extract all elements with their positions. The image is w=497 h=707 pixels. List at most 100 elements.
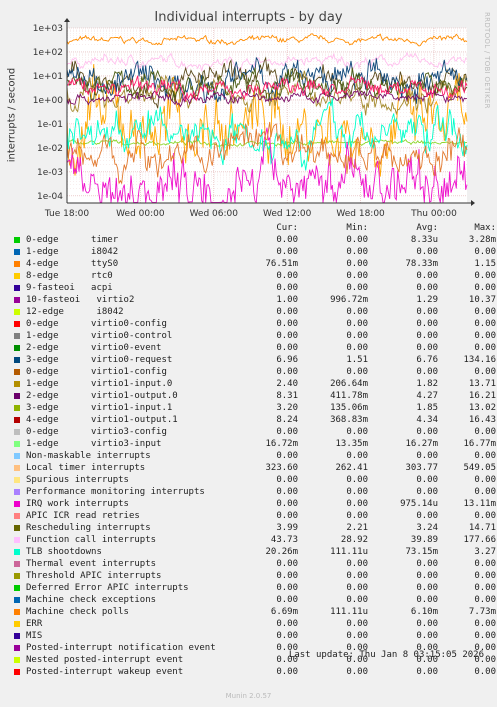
legend-row: 8-edge rtc0 0.00 0.00 0.00 0.00	[12, 270, 496, 282]
legend-avg-value: 0.00	[416, 559, 438, 569]
y-tick-label: 1e+02	[33, 48, 63, 58]
legend-row: MIS 0.00 0.00 0.00 0.00	[12, 630, 496, 642]
legend-series-name: 1-edge virtio0-control	[26, 331, 173, 341]
legend-cur-value: 0.00	[276, 367, 298, 377]
legend-row: Local timer interrupts 323.60 262.41 303.77…	[12, 462, 496, 474]
legend-row: 1-edge virtio1-input.0 2.40 206.64m 1.82 13.…	[12, 378, 496, 390]
header-cur: Cur:	[276, 223, 298, 233]
legend-min-value: 135.06m	[330, 403, 368, 413]
legend-cur-value: 0.00	[276, 343, 298, 353]
legend-cur-value: 0.00	[276, 331, 298, 341]
legend-row: Machine check polls 6.69m 111.11u 6.10m 7.73…	[12, 606, 496, 618]
legend-max-value: 0.00	[474, 559, 496, 569]
legend-series-name: 4-edge virtio1-output.1	[26, 415, 178, 425]
legend-swatch	[14, 669, 20, 675]
legend-row: Posted-interrupt wakeup event 0.00 0.00 0.0…	[12, 666, 496, 678]
legend-row: 3-edge virtio0-request 6.96 1.51 6.76 134.16	[12, 354, 496, 366]
legend-max-value: 177.66	[463, 535, 496, 545]
legend-min-value: 368.83m	[330, 415, 368, 425]
legend-swatch	[14, 573, 20, 579]
header-max: Max:	[474, 223, 496, 233]
legend-max-value: 0.00	[474, 595, 496, 605]
legend-row: Deferred Error APIC interrupts 0.00 0.00 0.…	[12, 582, 496, 594]
legend-max-value: 0.00	[474, 367, 496, 377]
legend-row: 3-edge virtio1-input.1 3.20 135.06m 1.85 13.…	[12, 402, 496, 414]
legend-max-value: 134.16	[463, 355, 496, 365]
legend-min-value: 0.00	[346, 583, 368, 593]
legend-swatch	[14, 333, 20, 339]
legend-row: 0-edge virtio3-config 0.00 0.00 0.00 0.00	[12, 426, 496, 438]
y-tick-label: 1e-01	[37, 120, 63, 130]
legend-row: 10-fasteoi virtio2 1.00 996.72m 1.29 10.37	[12, 294, 496, 306]
legend-row: 9-fasteoi acpi 0.00 0.00 0.00 0.00	[12, 282, 496, 294]
legend-series-name: 3-edge virtio0-request	[26, 355, 173, 365]
legend-cur-value: 2.40	[276, 379, 298, 389]
legend-cur-value: 0.00	[276, 235, 298, 245]
legend-min-value: 0.00	[346, 247, 368, 257]
legend-swatch	[14, 609, 20, 615]
legend-max-value: 16.77m	[463, 439, 496, 449]
legend-min-value: 0.00	[346, 331, 368, 341]
legend-cur-value: 3.99	[276, 523, 298, 533]
legend-avg-value: 0.00	[416, 367, 438, 377]
x-tick-label: Tue 18:00	[44, 209, 89, 219]
legend-avg-value: 0.00	[416, 271, 438, 281]
x-tick-label: Wed 18:00	[336, 209, 385, 219]
legend-swatch	[14, 585, 20, 591]
legend-max-value: 1.15	[474, 259, 496, 269]
legend-max-value: 14.71	[468, 523, 496, 533]
legend-swatch	[14, 237, 20, 243]
legend-cur-value: 0.00	[276, 451, 298, 461]
legend-avg-value: 0.00	[416, 475, 438, 485]
legend-cur-value: 323.60	[265, 463, 298, 473]
legend-max-value: 3.28m	[468, 235, 496, 245]
legend-cur-value: 0.00	[276, 271, 298, 281]
y-tick-label: 1e+03	[33, 24, 63, 34]
legend-row: 1-edge i8042 0.00 0.00 0.00 0.00	[12, 246, 496, 258]
legend-min-value: 0.00	[346, 487, 368, 497]
legend-swatch	[14, 393, 20, 399]
legend-row: APIC ICR read retries 0.00 0.00 0.00 0.00	[12, 510, 496, 522]
legend-swatch	[14, 381, 20, 387]
legend-max-value: 0.00	[474, 283, 496, 293]
legend-min-value: 0.00	[346, 511, 368, 521]
legend-swatch	[14, 369, 20, 375]
legend-max-value: 7.73m	[468, 607, 496, 617]
legend-series-name: Deferred Error APIC interrupts	[26, 583, 189, 593]
legend-avg-value: 16.27m	[405, 439, 438, 449]
legend-series-name: ERR	[26, 619, 43, 629]
x-tick-label: Thu 00:00	[410, 209, 457, 219]
legend-avg-value: 0.00	[416, 619, 438, 629]
legend-cur-value: 0.00	[276, 319, 298, 329]
legend-cur-value: 0.00	[276, 427, 298, 437]
legend-swatch	[14, 249, 20, 255]
legend-row: 4-edge virtio1-output.1 8.24 368.83m 4.34 16…	[12, 414, 496, 426]
legend-swatch	[14, 285, 20, 291]
legend-avg-value: 0.00	[416, 283, 438, 293]
legend-min-value: 206.64m	[330, 379, 368, 389]
y-tick-label: 1e-03	[37, 168, 63, 178]
legend-swatch	[14, 453, 20, 459]
legend-series-name: Rescheduling interrupts	[26, 523, 151, 533]
legend-swatch	[14, 345, 20, 351]
legend-min-value: 0.00	[346, 559, 368, 569]
legend-series-name: Function call interrupts	[26, 535, 157, 545]
interrupts-chart: 1e+03 1e+02 1e+01 1e+00 1e-01 1e-02 1e-03 1e-04…	[33, 18, 475, 219]
legend-swatch	[14, 297, 20, 303]
legend-rows: 0-edge timer 0.00 0.00 8.33u 3.28m 1-edge i80…	[12, 234, 496, 678]
legend-swatch	[14, 417, 20, 423]
legend-max-value: 0.00	[474, 475, 496, 485]
legend-avg-value: 1.85	[416, 403, 438, 413]
legend-cur-value: 8.24	[276, 415, 298, 425]
legend-min-value: 0.00	[346, 367, 368, 377]
legend-series-name: 10-fasteoi virtio2	[26, 295, 135, 305]
legend-table: Cur: Min: Avg: Max: 0-edge timer 0.00 0.00…	[12, 222, 496, 678]
legend-swatch	[14, 405, 20, 411]
legend-max-value: 0.00	[474, 319, 496, 329]
legend-min-value: 0.00	[346, 475, 368, 485]
legend-min-value: 0.00	[346, 307, 368, 317]
y-tick-label: 1e-04	[37, 192, 63, 202]
legend-min-value: 262.41	[335, 463, 368, 473]
legend-max-value: 0.00	[474, 667, 496, 677]
legend-avg-value: 0.00	[416, 511, 438, 521]
